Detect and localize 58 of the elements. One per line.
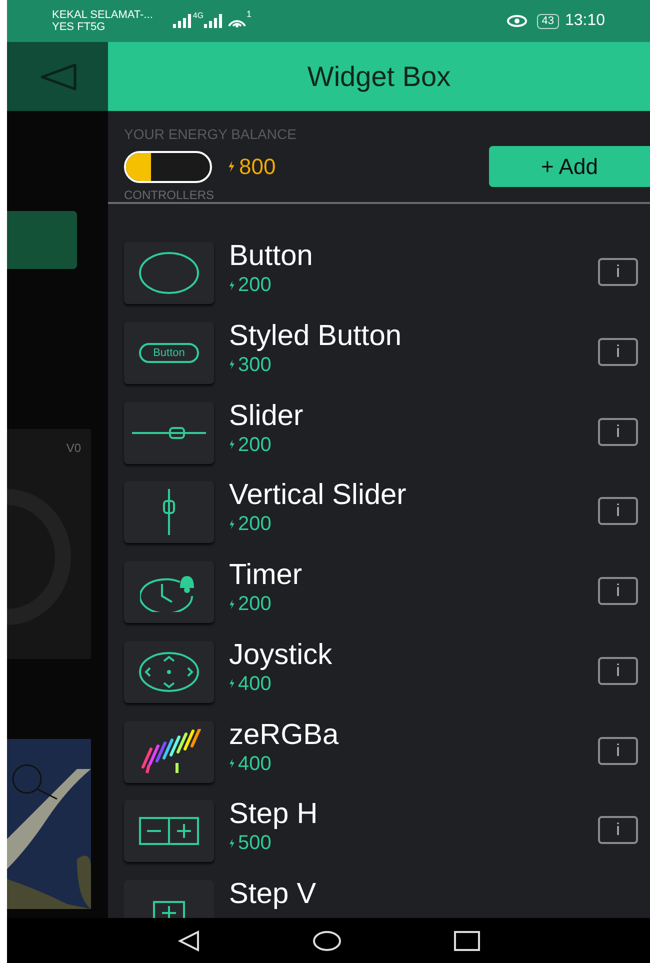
widget-name[interactable]: Step V xyxy=(229,876,638,912)
signal-icon xyxy=(204,14,222,28)
energy-amount: 800 xyxy=(239,153,276,181)
home-icon[interactable] xyxy=(312,930,342,952)
pill-icon: Button xyxy=(139,342,199,363)
lightning-icon xyxy=(228,160,235,173)
widget-name[interactable]: Step H xyxy=(229,796,598,832)
ellipse-icon xyxy=(138,251,200,295)
widget-price: 200 xyxy=(238,513,272,536)
joystick-icon xyxy=(138,650,200,693)
lightning-icon xyxy=(229,678,235,690)
eye-icon xyxy=(506,15,527,27)
widget-name[interactable]: Styled Button xyxy=(229,318,598,354)
energy-label: YOUR ENERGY BALANCE xyxy=(124,126,298,142)
signal-icon xyxy=(172,14,191,28)
plus-icon xyxy=(153,901,185,918)
section-title: CONTROLLERS xyxy=(124,188,216,202)
recent-apps-icon[interactable] xyxy=(454,930,480,950)
widget-name[interactable]: Joystick xyxy=(229,636,598,673)
carrier-name: YES FT5G xyxy=(52,21,106,33)
widget-price: 200 xyxy=(238,434,272,456)
info-button[interactable]: i xyxy=(598,577,638,605)
widget-price: 200 xyxy=(238,274,272,296)
lightning-icon xyxy=(229,280,235,290)
info-button[interactable]: i xyxy=(598,258,638,286)
widget-name[interactable]: Button xyxy=(229,238,598,274)
info-button[interactable]: i xyxy=(598,736,638,764)
lightning-icon xyxy=(229,598,235,610)
info-button[interactable]: i xyxy=(598,816,638,844)
slider-icon xyxy=(132,426,206,438)
lightning-icon xyxy=(229,439,235,450)
hotspot-count: 1 xyxy=(246,8,252,21)
widget-name[interactable]: zeRGBa xyxy=(229,716,598,752)
widget-name[interactable]: Timer xyxy=(229,557,598,593)
widget-name[interactable]: Vertical Slider xyxy=(229,477,598,514)
info-button[interactable]: i xyxy=(598,497,638,526)
widget-price: 300 xyxy=(238,354,272,376)
lightning-icon xyxy=(229,518,235,530)
widget-price: 200 xyxy=(238,593,272,615)
widget-price: 400 xyxy=(238,672,272,695)
network-type: 4G xyxy=(192,10,204,22)
lightning-icon xyxy=(229,758,235,769)
minus-plus-icon xyxy=(139,817,199,846)
widget-price: 500 xyxy=(238,832,272,854)
lightning-icon xyxy=(229,359,235,370)
pin-label: V0 xyxy=(66,440,81,457)
clock: 13:10 xyxy=(564,11,605,31)
header-title: Widget Box xyxy=(307,60,451,94)
add-button[interactable]: + Add xyxy=(489,146,650,187)
info-button[interactable]: i xyxy=(598,418,638,446)
widget-name[interactable]: Slider xyxy=(229,398,598,434)
lightning-icon xyxy=(229,838,235,849)
carrier-name: KEKAL SELAMAT-... xyxy=(52,9,153,21)
widget-price: 400 xyxy=(238,752,272,774)
info-button[interactable]: i xyxy=(598,656,638,685)
info-button[interactable]: i xyxy=(598,338,638,366)
battery-indicator: 43 xyxy=(536,14,559,28)
vertical-slider-icon xyxy=(163,489,175,536)
